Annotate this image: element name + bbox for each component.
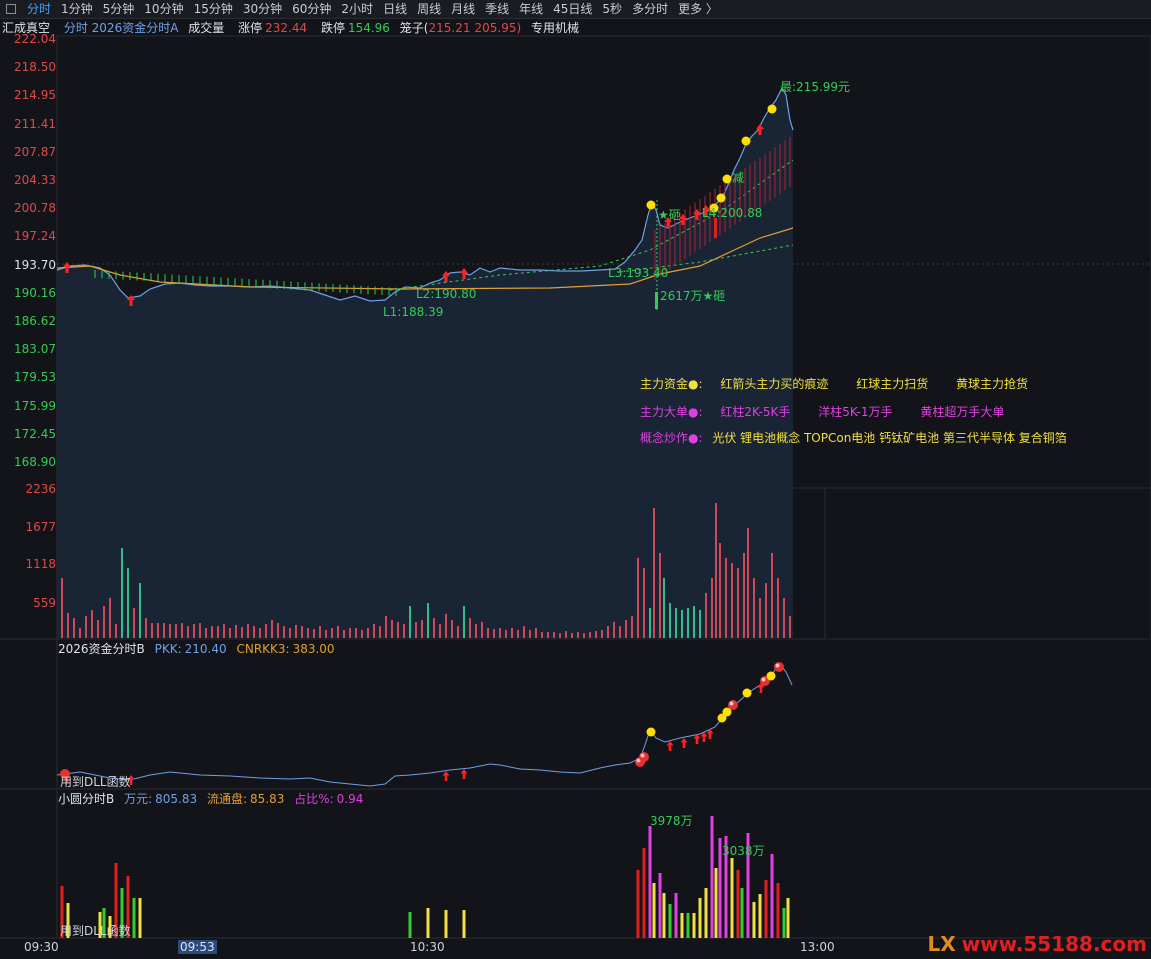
annotation-smash2: 2617万★砸 [660, 289, 726, 303]
cnrkk-label: CNRKK3: [236, 642, 290, 656]
red-arrow-icon [666, 741, 674, 751]
red-ball-highlight [729, 701, 734, 706]
annotation-l2: L2:190.80 [416, 287, 477, 301]
yellow-ball-icon [766, 671, 776, 681]
red-arrow-icon [680, 738, 688, 748]
panel3-header: 小圆分时B 万元: 805.83 流通盘: 85.83 占比%: 0.94 [58, 791, 369, 807]
red-ball-highlight [775, 663, 780, 668]
red-ball-icon [639, 752, 649, 762]
panel2-title[interactable]: 2026资金分时B [58, 642, 145, 656]
watermark-text: www.55188.com [961, 932, 1147, 956]
yellow-ball-icon [722, 174, 732, 184]
legend-red-ball: 红球主力扫货 [856, 377, 929, 391]
yellow-ball-icon [742, 688, 752, 698]
wan-label: 万元: [124, 792, 153, 806]
legend-main-funds: 主力资金●: [640, 377, 703, 391]
ratio-value: 0.94 [336, 792, 364, 806]
legend-row-2: 主力大单●: 红柱2K-5K手 洋柱5K-1万手 黄柱超万手大单 [640, 403, 1014, 420]
panel2-header: 2026资金分时B PKK: 210.40 CNRKK3: 383.00 [58, 641, 341, 657]
flow-label: 流通盘: [206, 792, 247, 806]
panel2-dll-note: 用到DLL函数 [60, 775, 131, 789]
yellow-ball-icon [716, 193, 726, 203]
red-arrow-icon [460, 769, 468, 779]
x-label-1030: 10:30 [410, 940, 445, 954]
panel3-peak2: 3038万 [722, 844, 765, 858]
lx-logo-icon: LX [927, 932, 956, 956]
pkk-value: 210.40 [184, 642, 227, 656]
annotation-smash1: ★砸 [658, 208, 681, 222]
yellow-ball-icon [646, 200, 656, 210]
legend-yellow-ball: 黄球主力抢货 [956, 377, 1029, 391]
legend-big-orders: 主力大单●: [640, 405, 703, 419]
ratio-label: 占比%: [294, 792, 334, 806]
watermark: LX www.55188.com [927, 932, 1147, 956]
annotation-l1: L1:188.39 [383, 305, 444, 319]
annotation-l3: L3:193.40 [608, 266, 669, 280]
price-area [57, 88, 793, 638]
flow-value: 85.83 [249, 792, 285, 806]
legend-concepts-label: 概念炒作●: [640, 431, 703, 445]
panel3-dll-note: 用到DLL函数 [60, 924, 131, 938]
legend-row-1: 主力资金●: 红箭头主力买的痕迹 红球主力扫货 黄球主力抢货 [640, 375, 1038, 392]
x-label-0953: 09:53 [178, 940, 217, 954]
red-ball-icon [774, 662, 784, 672]
legend-magenta-bar: 洋柱5K-1万手 [818, 405, 893, 419]
red-arrow-icon [442, 771, 450, 781]
annotation-high: 最:215.99元 [780, 80, 851, 94]
intraday-chart[interactable] [0, 0, 1151, 959]
x-label-0930: 09:30 [24, 940, 59, 954]
x-label-1300: 13:00 [800, 940, 835, 954]
big-buy-bar [714, 218, 717, 238]
cnrkk-value: 383.00 [292, 642, 335, 656]
red-ball-highlight [761, 677, 766, 682]
pkk-label: PKK: [154, 642, 182, 656]
legend-row-3: 概念炒作●: 光伏 锂电池概念 TOPCon电池 钙钛矿电池 第三代半导体 复合… [640, 429, 1077, 446]
yellow-ball-icon [722, 707, 732, 717]
yellow-ball-icon [767, 104, 777, 114]
legend-yellow-bar: 黄柱超万手大单 [920, 405, 1005, 419]
red-ball-highlight [640, 753, 645, 758]
yellow-ball-icon [646, 727, 656, 737]
yellow-ball-icon [741, 136, 751, 146]
panel3-title[interactable]: 小圆分时B [58, 792, 114, 806]
legend-concepts-value: 光伏 锂电池概念 TOPCon电池 钙钛矿电池 第三代半导体 复合铜箔 [712, 431, 1067, 445]
legend-red-bar: 红柱2K-5K手 [720, 405, 791, 419]
annotation-l4: L4:200.88 [702, 206, 763, 220]
panel3-peak1: 3978万 [650, 814, 693, 828]
wan-value: 805.83 [155, 792, 198, 806]
annotation-reduce: 减 [732, 171, 745, 185]
pkk-line [56, 663, 793, 787]
smash-bar [655, 292, 658, 309]
legend-red-arrow: 红箭头主力买的痕迹 [720, 377, 829, 391]
